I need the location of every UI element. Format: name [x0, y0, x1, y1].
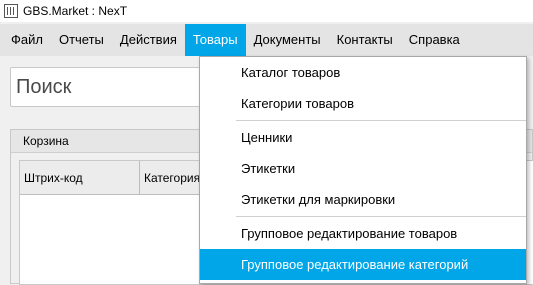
- menu-item-price-tags[interactable]: Ценники: [200, 122, 526, 153]
- title-bar: GBS.Market : NexT: [0, 0, 533, 22]
- menu-item-bulk-edit-goods[interactable]: Групповое редактирование товаров: [200, 218, 526, 249]
- goods-dropdown-menu: Каталог товаров Категории товаров Ценник…: [199, 56, 527, 284]
- search-input[interactable]: [11, 74, 198, 100]
- menu-contacts[interactable]: Контакты: [329, 24, 401, 56]
- menu-actions[interactable]: Действия: [112, 24, 185, 56]
- menu-item-labels[interactable]: Этикетки: [200, 153, 526, 184]
- menu-item-goods-catalog[interactable]: Каталог товаров: [200, 57, 526, 88]
- menu-item-goods-categories[interactable]: Категории товаров: [200, 88, 526, 119]
- menu-item-marking-labels[interactable]: Этикетки для маркировки: [200, 184, 526, 215]
- window-title: GBS.Market : NexT: [23, 4, 128, 18]
- menu-reports[interactable]: Отчеты: [51, 24, 112, 56]
- menu-bar: Файл Отчеты Действия Товары Документы Ко…: [0, 24, 533, 56]
- column-header-barcode[interactable]: Штрих-код: [20, 161, 140, 195]
- menu-documents[interactable]: Документы: [246, 24, 329, 56]
- menu-separator: [236, 120, 526, 121]
- app-icon: [4, 4, 18, 18]
- menu-goods[interactable]: Товары: [184, 24, 246, 56]
- menu-help[interactable]: Справка: [401, 24, 468, 56]
- menu-file[interactable]: Файл: [0, 24, 51, 56]
- menu-separator: [236, 216, 526, 217]
- search-box: [10, 67, 205, 107]
- menu-item-bulk-edit-categories[interactable]: Групповое редактирование категорий: [200, 249, 526, 280]
